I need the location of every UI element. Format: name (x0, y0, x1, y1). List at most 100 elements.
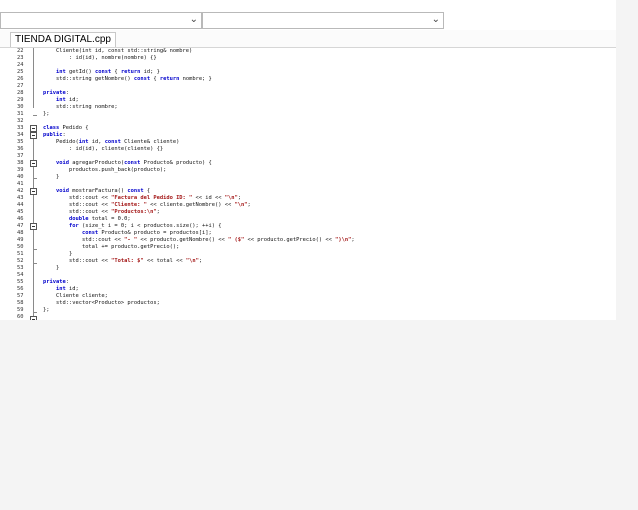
code-text: private: (43, 279, 69, 286)
code-token: : (62, 132, 66, 138)
code-line[interactable]: 40 } (0, 174, 616, 181)
code-line[interactable]: 51 } (0, 251, 616, 258)
line-number: 59 (17, 307, 24, 313)
code-token: Pedido( (43, 139, 79, 145)
code-line[interactable]: 24 (0, 62, 616, 69)
code-line[interactable]: 22 Cliente(int id, const std::string& no… (0, 48, 616, 55)
code-line[interactable]: 25 int getId() const { return id; } (0, 69, 616, 76)
code-token: }; (43, 307, 50, 313)
code-line[interactable]: 60 (0, 314, 616, 320)
fold-toggle-icon[interactable] (30, 188, 37, 195)
code-editor[interactable]: 60 59}; 58 std::vector<Producto> productos… (0, 48, 616, 320)
code-line[interactable]: 47 for (size_t i = 0; i < productos.size… (0, 223, 616, 230)
code-token: std::string getNombre() (43, 76, 134, 82)
code-line[interactable]: 36 : id(id), cliente(cliente) {} (0, 146, 616, 153)
code-line[interactable]: 45 std::cout << "Productos:\n"; (0, 209, 616, 216)
string-token: ")\n" (335, 237, 352, 243)
line-number: 28 (17, 90, 24, 96)
code-text: std::cout << "Total: $" << total << "\n"… (43, 258, 202, 265)
code-line[interactable]: 41 (0, 181, 616, 188)
line-number: 22 (17, 48, 24, 54)
code-token: productos.push_back(producto); (43, 167, 167, 173)
keyword-token: const (104, 139, 121, 145)
code-text: : id(id), cliente(cliente) {} (43, 146, 163, 153)
code-line[interactable]: 31}; (0, 111, 616, 118)
code-line[interactable]: 23 : id(id), nombre(nombre) {} (0, 55, 616, 62)
code-line[interactable]: 53 } (0, 265, 616, 272)
keyword-token: const (94, 69, 112, 75)
keyword-token: const (124, 160, 141, 166)
code-line[interactable]: 27 (0, 83, 616, 90)
code-token: total = 0.0; (88, 216, 131, 222)
code-token: << producto.getPrecio() << (244, 237, 336, 243)
code-line[interactable]: 30 std::string nombre; (0, 104, 616, 111)
fold-toggle-icon[interactable] (30, 316, 37, 320)
code-line[interactable]: 38 void agregarProducto(const Producto& … (0, 160, 616, 167)
code-text: std::string nombre; (43, 104, 118, 111)
code-text: for (size_t i = 0; i < productos.size();… (43, 223, 222, 230)
code-text: int id; (43, 286, 79, 293)
code-text: }; (43, 307, 50, 314)
line-number: 55 (17, 279, 24, 285)
code-line[interactable]: 33 class Pedido { (0, 125, 616, 132)
code-token: id; (65, 97, 79, 103)
code-line[interactable]: 58 std::vector<Producto> productos; (0, 300, 616, 307)
string-token: "Productos:\n" (111, 209, 157, 215)
fold-toggle-icon[interactable] (30, 132, 37, 139)
code-line[interactable]: 57 Cliente cliente; (0, 293, 616, 300)
code-line[interactable]: 50 total += producto.getPrecio(); (0, 244, 616, 251)
line-number: 47 (17, 223, 24, 229)
code-line[interactable]: 46 double total = 0.0; (0, 216, 616, 223)
code-text: std::vector<Producto> productos; (43, 300, 160, 307)
code-line[interactable]: 32 (0, 118, 616, 125)
code-token: id, (88, 139, 105, 145)
fold-end-marker (33, 312, 37, 313)
code-token: std::cout << (43, 195, 112, 201)
code-line[interactable]: 48 const Producto& producto = productos[… (0, 230, 616, 237)
tab-file[interactable]: TIENDA DIGITAL.cpp (10, 32, 116, 47)
code-text: const Producto& producto = productos[i]; (43, 230, 212, 237)
code-line[interactable]: 56 int id; (0, 286, 616, 293)
fold-toggle-icon[interactable] (30, 223, 37, 230)
code-text: Cliente(int id, const std::string& nombr… (43, 48, 192, 55)
code-line[interactable]: 34 public: (0, 132, 616, 139)
code-line[interactable]: 42 void mostrarFactura() const { (0, 188, 616, 195)
code-token: std::vector<Producto> productos; (43, 300, 160, 306)
code-line[interactable]: 39 productos.push_back(producto); (0, 167, 616, 174)
code-token: Producto& producto) { (140, 160, 212, 166)
code-text: : id(id), nombre(nombre) {} (43, 55, 157, 62)
fold-toggle-icon[interactable] (30, 160, 37, 167)
code-token: << producto.getNombre() << (137, 237, 228, 243)
code-line[interactable]: 43 std::cout << "Factura del Pedido ID: … (0, 195, 616, 202)
code-line[interactable]: 49 std::cout << "- " << producto.getNomb… (0, 237, 616, 244)
line-number: 46 (17, 216, 24, 222)
symbol-combo[interactable]: ⌄ (202, 12, 444, 29)
code-line[interactable]: 44 std::cout << "Cliente: " << cliente.g… (0, 202, 616, 209)
code-line[interactable]: 26 std::string getNombre() const { retur… (0, 76, 616, 83)
code-token: mostrarFactura() (68, 188, 128, 194)
line-number: 42 (17, 188, 24, 194)
code-line[interactable]: 55 private: (0, 279, 616, 286)
code-line[interactable]: 59}; (0, 307, 616, 314)
code-text: }; (43, 111, 50, 118)
code-line[interactable]: 28 private: (0, 90, 616, 97)
code-text: std::cout << "- " << producto.getNombre(… (43, 237, 355, 244)
code-line[interactable]: 37 (0, 153, 616, 160)
scope-combo[interactable]: ⌄ (0, 12, 202, 29)
line-number: 58 (17, 300, 24, 306)
code-text: std::cout << "Factura del Pedido ID: " <… (43, 195, 241, 202)
line-number: 23 (17, 55, 24, 61)
chevron-down-icon[interactable]: ⌄ (190, 14, 198, 25)
code-line[interactable]: 54 (0, 272, 616, 279)
code-line[interactable]: 29 int id; (0, 97, 616, 104)
code-line[interactable]: 52 std::cout << "Total: $" << total << "… (0, 258, 616, 265)
string-token: "Total: $" (111, 258, 144, 264)
chevron-down-icon[interactable]: ⌄ (432, 14, 440, 25)
fold-toggle-icon[interactable] (30, 125, 37, 132)
code-line[interactable]: 35 Pedido(int id, const Cliente& cliente… (0, 139, 616, 146)
code-token: } (43, 265, 60, 271)
